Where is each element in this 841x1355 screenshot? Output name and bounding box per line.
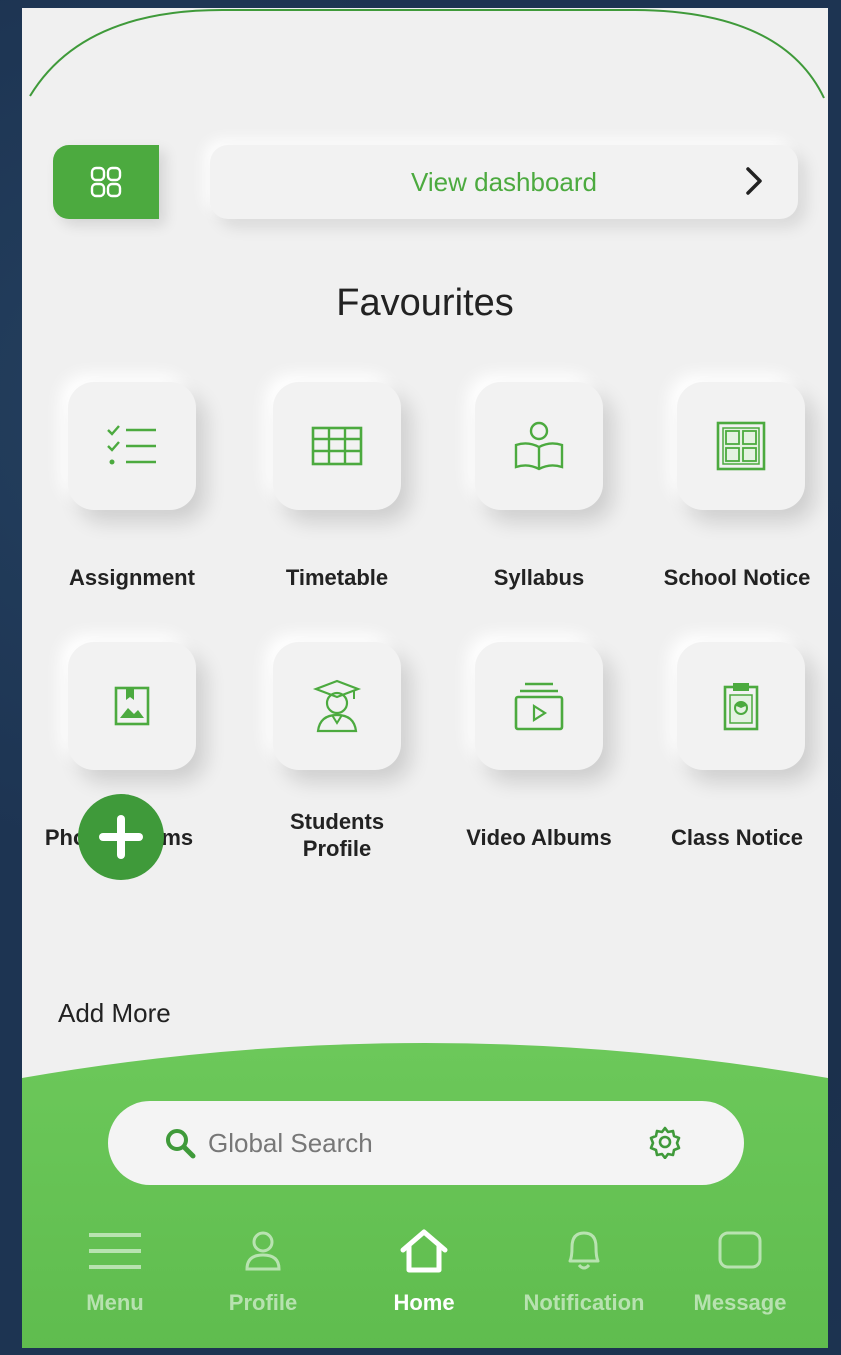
view-dashboard-label: View dashboard	[411, 166, 597, 197]
clipboard-icon	[723, 683, 759, 731]
search-icon	[166, 1129, 196, 1159]
favourite-tile-school-notice[interactable]	[677, 382, 805, 510]
chevron-right-icon	[746, 167, 762, 195]
message-icon	[718, 1231, 762, 1269]
nav-menu-label: Menu	[86, 1290, 144, 1315]
nav-menu[interactable]: Menu	[40, 1226, 190, 1336]
photo-album-icon	[114, 686, 150, 726]
home-icon	[400, 1229, 448, 1273]
view-dashboard-button[interactable]: View dashboard	[210, 145, 798, 219]
open-book-icon	[514, 421, 564, 471]
app-screen: View dashboard Favourites Assignment Tim…	[22, 8, 828, 1348]
nav-home[interactable]: Home	[349, 1226, 499, 1336]
plus-icon	[99, 815, 143, 859]
checklist-icon	[107, 425, 156, 465]
favourite-tile-students-profile[interactable]	[273, 642, 401, 770]
hamburger-icon	[89, 1233, 141, 1269]
favourite-label-assignment: Assignment	[69, 565, 195, 590]
favourite-label-class-notice: Class Notice	[670, 825, 804, 850]
add-more-label: Add More	[58, 998, 171, 1028]
notice-board-icon	[716, 421, 766, 471]
favourite-label-video-albums: Video Albums	[466, 825, 612, 850]
user-icon	[245, 1231, 281, 1271]
nav-message-label: Message	[693, 1290, 787, 1315]
add-more-button[interactable]	[78, 794, 164, 880]
favourite-tile-assignment[interactable]	[68, 382, 196, 510]
nav-home-label: Home	[393, 1290, 455, 1315]
favourite-tile-video-albums[interactable]	[475, 642, 603, 770]
grid-icon	[90, 166, 122, 198]
global-search-input[interactable]	[208, 1121, 628, 1165]
graduate-icon	[312, 679, 362, 733]
favourite-tile-photo-albums[interactable]	[68, 642, 196, 770]
nav-notification-label: Notification	[523, 1290, 645, 1315]
favourite-tile-timetable[interactable]	[273, 382, 401, 510]
bell-icon	[568, 1231, 600, 1270]
favourites-title: Favourites	[336, 282, 514, 324]
gear-icon[interactable]	[648, 1125, 682, 1159]
favourite-tile-class-notice[interactable]	[677, 642, 805, 770]
video-album-icon	[514, 682, 564, 731]
nav-profile[interactable]: Profile	[188, 1226, 338, 1336]
favourite-tile-syllabus[interactable]	[475, 382, 603, 510]
nav-profile-label: Profile	[228, 1290, 298, 1315]
favourite-label-syllabus: Syllabus	[493, 565, 585, 590]
nav-notification[interactable]: Notification	[509, 1226, 659, 1336]
global-search-bar[interactable]	[108, 1101, 744, 1185]
favourite-label-school-notice: School Notice	[663, 565, 811, 590]
dashboard-grid-button[interactable]	[53, 145, 159, 219]
table-icon	[311, 426, 363, 466]
favourite-label-timetable: Timetable	[285, 565, 389, 590]
top-arc-decoration	[29, 9, 825, 99]
nav-message[interactable]: Message	[665, 1226, 815, 1336]
favourite-label-students-profile: Students Profile	[289, 809, 385, 861]
